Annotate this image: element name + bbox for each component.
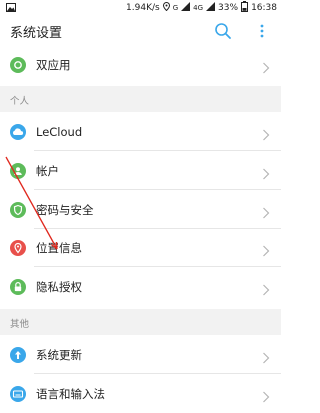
settings-item-label: 帐户 bbox=[36, 164, 59, 178]
divider bbox=[34, 150, 281, 151]
settings-item-system-update[interactable]: 系统更新 bbox=[0, 336, 281, 374]
settings-item-privacy[interactable]: 隐私授权 bbox=[0, 268, 281, 306]
network-speed: 1.94K/s bbox=[126, 3, 160, 13]
settings-item-lecloud[interactable]: LeCloud bbox=[0, 113, 281, 151]
section-header-personal: 个人 bbox=[0, 86, 281, 112]
settings-item-label: 隐私授权 bbox=[36, 280, 82, 294]
settings-item-dual-apps[interactable]: 双应用 bbox=[0, 46, 281, 84]
divider bbox=[34, 373, 281, 374]
app-bar: 系统设置 bbox=[0, 16, 281, 46]
chevron-right-icon bbox=[262, 204, 270, 219]
location-status-icon bbox=[162, 1, 170, 15]
clock: 16:38 bbox=[251, 3, 277, 13]
chevron-right-icon bbox=[262, 59, 270, 74]
chevron-right-icon bbox=[262, 349, 270, 364]
divider bbox=[34, 189, 281, 190]
lock-icon bbox=[10, 279, 26, 295]
location-pin-icon bbox=[10, 240, 26, 256]
battery-level: 33% bbox=[218, 3, 239, 13]
settings-item-label: LeCloud bbox=[36, 125, 83, 139]
divider bbox=[34, 266, 281, 267]
settings-item-location[interactable]: 位置信息 bbox=[0, 229, 281, 267]
settings-item-label: 位置信息 bbox=[36, 241, 82, 255]
chevron-right-icon bbox=[262, 281, 270, 296]
settings-item-label: 密码与安全 bbox=[36, 203, 94, 217]
settings-item-language-input[interactable]: 语言和输入法 bbox=[0, 375, 281, 413]
settings-item-security[interactable]: 密码与安全 bbox=[0, 191, 281, 229]
signal-icon-2 bbox=[206, 1, 216, 15]
g-signal-icon: G bbox=[172, 4, 179, 12]
chevron-right-icon bbox=[262, 242, 270, 257]
battery-icon bbox=[241, 0, 249, 16]
section-header-other: 其他 bbox=[0, 309, 281, 335]
dual-apps-icon bbox=[10, 57, 26, 73]
settings-item-label: 双应用 bbox=[36, 58, 71, 72]
network-type: 4G bbox=[193, 4, 204, 12]
section-label: 其他 bbox=[10, 319, 30, 330]
status-bar: 1.94K/s G 4G 33% 16:38 bbox=[0, 0, 281, 16]
section-label: 个人 bbox=[10, 96, 30, 107]
account-icon bbox=[10, 163, 26, 179]
shield-icon bbox=[10, 202, 26, 218]
image-notification-icon bbox=[6, 3, 16, 15]
settings-item-label: 系统更新 bbox=[36, 348, 82, 362]
more-options-icon[interactable] bbox=[256, 22, 268, 40]
page-title: 系统设置 bbox=[10, 26, 63, 41]
cloud-icon bbox=[10, 124, 26, 140]
update-arrow-icon bbox=[10, 347, 26, 363]
chevron-right-icon bbox=[262, 126, 270, 141]
settings-item-account[interactable]: 帐户 bbox=[0, 152, 281, 190]
chevron-right-icon bbox=[262, 165, 270, 180]
chevron-right-icon bbox=[262, 388, 270, 403]
signal-icon bbox=[181, 1, 191, 15]
search-icon[interactable] bbox=[214, 22, 232, 40]
